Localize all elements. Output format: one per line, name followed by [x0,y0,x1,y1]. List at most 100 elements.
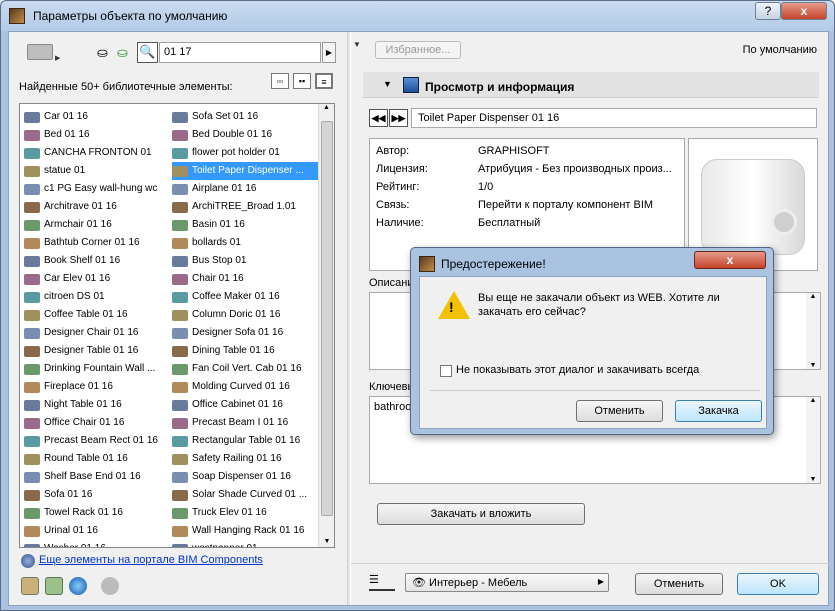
combo-arrow-icon: ▶ [597,577,604,586]
download-embed-button[interactable]: Закачать и вложить [377,503,585,525]
list-item[interactable]: Soap Dispenser 01 16 [172,468,320,486]
folder-button[interactable] [27,44,53,60]
scroll-thumb[interactable] [321,121,333,516]
list-item-label: Safety Railing 01 16 [192,453,282,464]
list-item[interactable]: westpanner 01 [172,540,320,547]
list-item[interactable]: Armchair 01 16 [24,216,172,234]
filter-green-icon[interactable]: ⛀ [117,45,128,61]
dont-show-label[interactable]: Не показывать этот диалог и закачивать в… [456,364,699,376]
search-icon[interactable]: 🔍 [137,42,158,63]
list-item-label: Designer Table 01 16 [44,345,139,356]
list-item-label: Toilet Paper Dispenser ... [192,165,304,176]
collapse-arrow-icon[interactable]: ▼ [353,40,361,49]
list-item[interactable]: statue 01 [24,162,172,180]
info-value: GRAPHISOFT [478,145,550,157]
info-value[interactable]: Перейти к порталу компонент BIM [478,199,678,211]
library-manager-icon[interactable] [21,577,39,595]
dialog-download-button[interactable]: Закачка [675,400,762,422]
object-icon [24,165,40,177]
help-button[interactable]: ? [755,2,781,20]
list-item[interactable]: Sofa 01 16 [24,486,172,504]
list-item[interactable]: Washer 01 16 [24,540,172,547]
list-item[interactable]: CANCHA FRONTON 01 [24,144,172,162]
list-item[interactable]: Drinking Fountain Wall ... [24,360,172,378]
list-item[interactable]: c1 PG Easy wall-hung wc [24,180,172,198]
list-item[interactable]: ArchiTREE_Broad 1.01 [172,198,320,216]
list-item[interactable]: Night Table 01 16 [24,396,172,414]
search-input[interactable]: 01 17 [159,42,321,63]
list-item[interactable]: Bathtub Corner 01 16 [24,234,172,252]
list-item[interactable]: Architrave 01 16 [24,198,172,216]
object-icon [24,525,40,537]
preview-section-icon [403,77,419,93]
section-expand-icon[interactable]: ▼ [383,79,392,89]
bim-web-icon[interactable] [69,577,87,595]
list-item[interactable]: Bus Stop 01 [172,252,320,270]
list-item[interactable]: Round Table 01 16 [24,450,172,468]
list-item[interactable]: Column Doric 01 16 [172,306,320,324]
list-item[interactable]: Toilet Paper Dispenser ... [172,162,320,180]
list-item[interactable]: Bed 01 16 [24,126,172,144]
list-item[interactable]: Office Cabinet 01 16 [172,396,320,414]
list-item[interactable]: Fan Coil Vert. Cab 01 16 [172,360,320,378]
dialog-close-button[interactable]: x [694,251,766,269]
list-item[interactable]: Airplane 01 16 [172,180,320,198]
default-label: По умолчанию [742,44,817,56]
object-icon [172,291,188,303]
list-item[interactable]: Urinal 01 16 [24,522,172,540]
list-item-label: Bed Double 01 16 [192,129,273,140]
list-item[interactable]: Coffee Table 01 16 [24,306,172,324]
next-object-button[interactable]: ▶▶ [389,109,408,127]
list-item[interactable]: Solar Shade Curved 01 ... [172,486,320,504]
list-item[interactable]: Sofa Set 01 16 [172,108,320,126]
list-item[interactable]: Shelf Base End 01 16 [24,468,172,486]
list-item[interactable]: Designer Table 01 16 [24,342,172,360]
prev-object-button[interactable]: ◀◀ [369,109,388,127]
list-item[interactable]: Dining Table 01 16 [172,342,320,360]
list-item[interactable]: citroen DS 01 [24,288,172,306]
list-item[interactable]: Precast Beam Rect 01 16 [24,432,172,450]
list-item[interactable]: Precast Beam I 01 16 [172,414,320,432]
dialog-cancel-button[interactable]: Отменить [576,400,663,422]
info-value: Атрибуция - Без производных произ... [478,163,672,175]
list-item[interactable]: Coffee Maker 01 16 [172,288,320,306]
search-next-button[interactable]: ▶ [322,42,336,63]
list-item[interactable]: Basin 01 16 [172,216,320,234]
list-item[interactable]: Truck Elev 01 16 [172,504,320,522]
description-label: Описани [369,277,414,289]
view-grid-icon[interactable]: ▪▪ [293,73,311,89]
list-item[interactable]: Fireplace 01 16 [24,378,172,396]
list-item[interactable]: Towel Rack 01 16 [24,504,172,522]
cancel-button[interactable]: Отменить [635,573,723,595]
dont-show-checkbox[interactable] [440,365,452,377]
list-item-label: Night Table 01 16 [44,399,122,410]
list-item[interactable]: Designer Sofa 01 16 [172,324,320,342]
close-button[interactable]: x [781,2,827,20]
list-item[interactable]: Bed Double 01 16 [172,126,320,144]
list-item[interactable]: Wall Hanging Rack 01 16 [172,522,320,540]
list-item[interactable]: Safety Railing 01 16 [172,450,320,468]
library-list[interactable]: Car 01 16 Bed 01 16 CANCHA FRONTON 01 statu… [19,103,335,548]
favorites-button[interactable]: Избранное... [375,41,461,59]
list-item[interactable]: flower pot holder 01 [172,144,320,162]
list-item[interactable]: Office Chair 01 16 [24,414,172,432]
object-icon [24,219,40,231]
list-item[interactable]: Designer Chair 01 16 [24,324,172,342]
list-item[interactable]: bollards 01 [172,234,320,252]
list-item-label: Car 01 16 [44,111,88,122]
view-list-icon[interactable]: ≡ [315,73,333,89]
filter-icon[interactable]: ⛀ [97,45,108,61]
bim-portal-link[interactable]: Еще элементы на портале BIM Components [39,554,263,566]
list-item[interactable]: Rectangular Table 01 16 [172,432,320,450]
list-item[interactable]: Car Elev 01 16 [24,270,172,288]
add-object-icon[interactable] [45,577,63,595]
list-item[interactable]: Book Shelf 01 16 [24,252,172,270]
list-item[interactable]: Molding Curved 01 16 [172,378,320,396]
view-large-icon[interactable]: ▫▫ [271,73,289,89]
list-item[interactable]: Car 01 16 [24,108,172,126]
list-item[interactable]: Chair 01 16 [172,270,320,288]
layer-combo[interactable]: 👁 Интерьер - Мебель ▶ [405,573,609,592]
list-item-label: Office Chair 01 16 [44,417,125,428]
ok-button[interactable]: OK [737,573,819,595]
list-scrollbar[interactable]: ▲ ▼ [318,104,334,547]
